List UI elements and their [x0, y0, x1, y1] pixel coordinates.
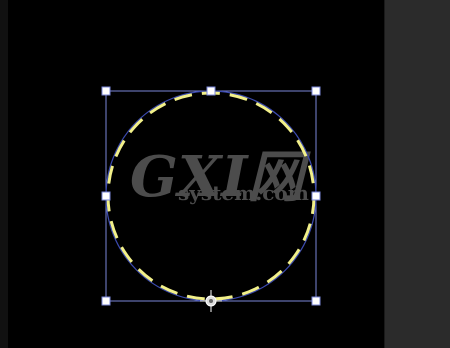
- handle-top-center[interactable]: [206, 86, 216, 96]
- handle-middle-right[interactable]: [311, 191, 321, 201]
- canvas-overlay: GXI网 system.com: [101, 86, 321, 312]
- handle-top-left[interactable]: [101, 86, 111, 96]
- handle-top-right[interactable]: [311, 86, 321, 96]
- handle-bottom-left[interactable]: [101, 296, 111, 306]
- watermark-logo: GXI网 system.com: [130, 144, 311, 210]
- pivot-point-icon[interactable]: [200, 290, 222, 312]
- handle-middle-left[interactable]: [101, 191, 111, 201]
- editor-window: GXI网 system.com: [0, 0, 450, 348]
- watermark-site-text: system.com: [178, 181, 309, 205]
- handle-bottom-right[interactable]: [311, 296, 321, 306]
